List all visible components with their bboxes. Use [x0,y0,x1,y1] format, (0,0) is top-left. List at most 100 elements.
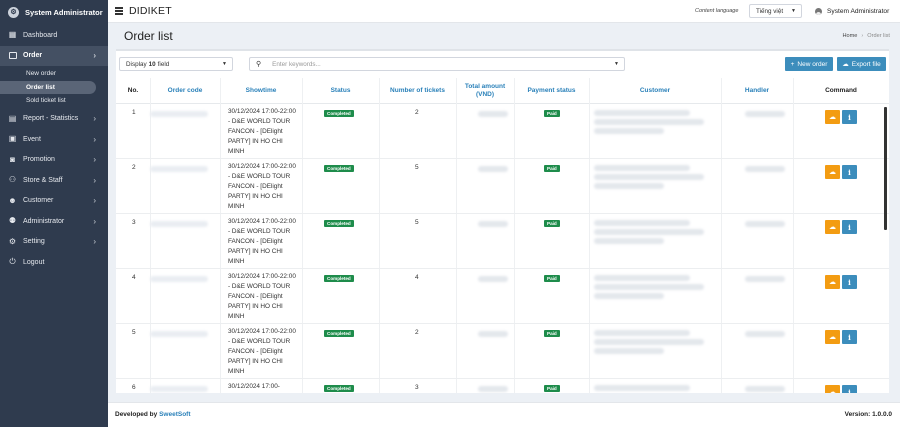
row-tickets: 2 [415,109,419,116]
info-icon[interactable]: i [842,220,857,234]
header-showtime[interactable]: Showtime [220,78,302,104]
customer-redacted [594,284,704,290]
display-prefix: Display [126,60,147,68]
sidebar-item-store-staff[interactable]: ⚇ Store & Staff › [0,170,108,191]
handler-redacted [745,111,785,117]
export-file-button[interactable]: ☁ Export file [837,57,886,71]
row-tickets: 4 [415,274,419,281]
sidebar-item-order[interactable]: Order › [0,45,108,66]
sidebar-item-label: Event [23,135,41,143]
cloud-download-icon[interactable]: ☁ [825,275,840,289]
order-code-redacted [150,111,208,117]
header-status[interactable]: Status [302,78,379,104]
content-language-label: Content language [695,8,739,14]
row-showtime: 30/12/2024 17:00- [228,383,280,390]
header-tickets[interactable]: Number of tickets [379,78,456,104]
caret-down-icon: ▼ [222,61,227,67]
customer-redacted [594,183,664,189]
sidebar-subitem-sold-ticket-list[interactable]: Sold ticket list [0,94,108,108]
header-payment-status[interactable]: Payment status [514,78,589,104]
new-order-button[interactable]: + New order [785,57,833,71]
row-tickets: 2 [415,329,419,336]
user-menu[interactable]: System Administrator [815,7,890,15]
footer-credit: Developed by SweetSoft [115,411,191,418]
info-icon[interactable]: i [842,385,857,393]
table-row[interactable]: 2 30/12/2024 17:00-22:00 - D&E WORLD TOU… [116,159,889,214]
customer-redacted [594,128,664,134]
administrator-icon: ⚉ [8,216,17,226]
header-handler[interactable]: Handler [721,78,793,104]
footer: Developed by SweetSoft Version: 1.0.0.0 [108,402,900,427]
sidebar-item-promotion[interactable]: ◙ Promotion › [0,150,108,171]
table-row[interactable]: 4 30/12/2024 17:00-22:00 - D&E WORLD TOU… [116,269,889,324]
sidebar-item-setting[interactable]: ⚙ Setting › [0,232,108,253]
hamburger-menu-icon[interactable] [115,7,123,15]
breadcrumb-current: Order list [867,33,890,39]
search-icon: ⚲ [256,61,262,68]
cloud-download-icon[interactable]: ☁ [825,165,840,179]
customer-redacted [594,119,704,125]
cloud-download-icon[interactable]: ☁ [825,330,840,344]
table-row[interactable]: 1 30/12/2024 17:00-22:00 - D&E WORLD TOU… [116,104,889,159]
cloud-download-icon[interactable]: ☁ [825,110,840,124]
info-icon[interactable]: i [842,165,857,179]
sidebar-item-label: Order [23,52,43,60]
header-total-amount[interactable]: Total amount (VND) [456,78,514,104]
order-code-redacted [150,166,208,172]
handler-redacted [745,331,785,337]
sidebar-item-administrator[interactable]: ⚉ Administrator › [0,211,108,232]
display-count-select[interactable]: Display 10 field ▼ [119,57,233,71]
user-name: System Administrator [827,7,890,15]
search-input[interactable]: ⚲ Enter keywords... ▼ [249,57,625,71]
info-icon[interactable]: i [842,110,857,124]
avatar [815,7,822,15]
chevron-down-icon: › [93,51,96,61]
customer-redacted [594,348,664,354]
sidebar-item-event[interactable]: ▣ Event › [0,129,108,150]
breadcrumb-home[interactable]: Home [843,33,858,39]
table-row[interactable]: 3 30/12/2024 17:00-22:00 - D&E WORLD TOU… [116,214,889,269]
company-link[interactable]: SweetSoft [159,411,190,418]
setting-icon: ⚙ [8,236,17,246]
total-amount-redacted [478,276,508,282]
plus-icon: + [790,60,795,68]
version-text: Version: 1.0.0.0 [844,411,892,418]
sidebar-subitem-new-order[interactable]: New order [0,67,108,81]
sidebar-item-report[interactable]: ▤ Report - Statistics › [0,109,108,130]
info-icon[interactable]: i [842,330,857,344]
payment-badge: Paid [544,110,560,117]
table-row[interactable]: 6 30/12/2024 17:00- Completed 3 Paid ☁ i [116,379,889,393]
event-icon: ▣ [8,134,17,144]
info-icon[interactable]: i [842,275,857,289]
table-row[interactable]: 5 30/12/2024 17:00-22:00 - D&E WORLD TOU… [116,324,889,379]
header-customer[interactable]: Customer [589,78,721,104]
sidebar: ⚙ System Administrator ▦ Dashboard Order… [0,0,108,427]
customer-redacted [594,238,664,244]
order-icon [8,51,17,60]
total-amount-redacted [478,331,508,337]
sidebar-item-label: Customer [23,197,54,205]
order-code-redacted [150,221,208,227]
language-select[interactable]: Tiếng việt ▼ [749,4,802,18]
vertical-scrollbar[interactable] [884,107,887,230]
customer-redacted [594,165,690,171]
sidebar-subitem-order-list[interactable]: Order list [0,80,96,94]
sidebar-user-name: System Administrator [25,7,103,17]
caret-down-icon: ▼ [791,8,796,14]
sidebar-item-dashboard[interactable]: ▦ Dashboard [0,25,108,46]
payment-badge: Paid [544,165,560,172]
cloud-download-icon[interactable]: ☁ [825,385,840,393]
sidebar-user[interactable]: ⚙ System Administrator [0,0,108,24]
store-icon: ⚇ [8,175,17,185]
handler-redacted [745,166,785,172]
new-order-label: New order [797,60,828,68]
handler-redacted [745,386,785,392]
sidebar-item-logout[interactable]: ⏻ Logout [0,252,108,273]
report-icon: ▤ [8,113,17,123]
cloud-download-icon[interactable]: ☁ [825,220,840,234]
header-order-code[interactable]: Order code [150,78,220,104]
customer-redacted [594,174,704,180]
sidebar-item-customer[interactable]: ☻ Customer › [0,191,108,212]
order-code-redacted [150,331,208,337]
handler-redacted [745,221,785,227]
